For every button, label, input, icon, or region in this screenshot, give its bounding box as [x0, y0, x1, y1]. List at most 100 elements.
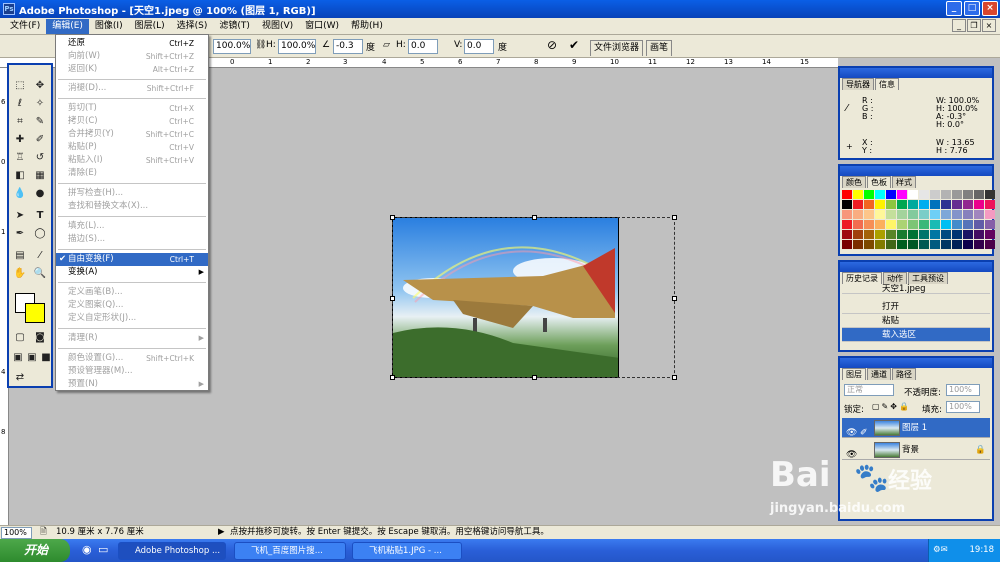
- commit-transform-icon[interactable]: ✔: [569, 38, 579, 52]
- healing-brush-tool-icon[interactable]: ✚: [13, 133, 27, 147]
- menu-item-free-transform[interactable]: ✔ 自由变换(F) Ctrl+T: [56, 253, 208, 266]
- type-tool-icon[interactable]: T: [33, 209, 47, 223]
- color-swatch[interactable]: [930, 230, 940, 239]
- lock-icons[interactable]: ▢✎✥🔒: [872, 402, 911, 411]
- tab-tool-presets[interactable]: 工具预设: [908, 272, 948, 284]
- tab-paths[interactable]: 路径: [892, 368, 916, 380]
- color-swatch[interactable]: [886, 190, 896, 199]
- crop-tool-icon[interactable]: ⌗: [13, 115, 27, 129]
- color-swatch[interactable]: [985, 220, 995, 229]
- skew-h-field[interactable]: 0.0: [408, 39, 438, 54]
- color-swatch[interactable]: [853, 240, 863, 249]
- path-select-tool-icon[interactable]: ➤: [13, 209, 27, 223]
- menu-item-fade[interactable]: 消褪(D)... Shift+Ctrl+F: [56, 82, 208, 95]
- dodge-tool-icon[interactable]: ●: [33, 187, 47, 201]
- transform-handle[interactable]: [672, 296, 677, 301]
- color-swatch[interactable]: [853, 210, 863, 219]
- marquee-tool-icon[interactable]: ⬚: [13, 79, 27, 93]
- quicklaunch-icon[interactable]: ◉: [82, 543, 92, 556]
- menu-image[interactable]: 图像(I): [89, 19, 129, 34]
- maximize-button[interactable]: □: [964, 1, 980, 16]
- color-swatch[interactable]: [985, 230, 995, 239]
- layer-row-layer1[interactable]: 👁 ✐ 图层 1: [842, 418, 990, 438]
- menu-item-find-replace[interactable]: 查找和替换文本(X)...: [56, 200, 208, 213]
- color-swatch[interactable]: [875, 220, 885, 229]
- color-swatch[interactable]: [842, 240, 852, 249]
- color-swatch[interactable]: [952, 190, 962, 199]
- menu-item-define-pattern[interactable]: 定义图案(Q)...: [56, 299, 208, 312]
- transform-handle[interactable]: [672, 215, 677, 220]
- menu-item-color-settings[interactable]: 颜色设置(G)... Shift+Ctrl+K: [56, 352, 208, 365]
- color-swatch[interactable]: [897, 230, 907, 239]
- jump-to-imageready-icon[interactable]: ⇄: [13, 371, 27, 385]
- color-swatch[interactable]: [842, 220, 852, 229]
- color-swatch[interactable]: [864, 220, 874, 229]
- menu-item-define-custom-shape[interactable]: 定义自定形状(J)...: [56, 312, 208, 325]
- color-swatch[interactable]: [941, 190, 951, 199]
- menu-item-define-brush[interactable]: 定义画笔(B)...: [56, 286, 208, 299]
- menu-item-step-forward[interactable]: 向前(W) Shift+Ctrl+Z: [56, 50, 208, 63]
- color-swatch[interactable]: [853, 230, 863, 239]
- menu-file[interactable]: 文件(F): [4, 19, 46, 34]
- tab-file-browser[interactable]: 文件浏览器: [590, 40, 644, 56]
- menu-item-paste-into[interactable]: 粘贴入(I) Shift+Ctrl+V: [56, 154, 208, 167]
- color-swatch[interactable]: [875, 210, 885, 219]
- standard-mode-icon[interactable]: ▢: [13, 331, 27, 345]
- color-swatch[interactable]: [985, 210, 995, 219]
- hand-tool-icon[interactable]: ✋: [13, 267, 27, 281]
- close-button[interactable]: ×: [982, 1, 998, 16]
- move-tool-icon[interactable]: ✥: [33, 79, 47, 93]
- color-swatch[interactable]: [985, 190, 995, 199]
- color-swatch[interactable]: [963, 220, 973, 229]
- menu-edit[interactable]: 编辑(E): [46, 18, 89, 34]
- history-brush-tool-icon[interactable]: ↺: [33, 151, 47, 165]
- color-swatch[interactable]: [974, 220, 984, 229]
- task-photoshop[interactable]: Adobe Photoshop ...: [118, 542, 226, 560]
- free-transform-box[interactable]: [390, 215, 677, 380]
- color-swatch[interactable]: [941, 230, 951, 239]
- menu-item-preset-manager[interactable]: 预设管理器(M)...: [56, 365, 208, 378]
- menu-item-step-backward[interactable]: 返回(K) Alt+Ctrl+Z: [56, 63, 208, 76]
- menu-select[interactable]: 选择(S): [171, 19, 214, 34]
- zoom-field[interactable]: 100%: [1, 527, 32, 539]
- history-snapshot[interactable]: 天空1.jpeg: [842, 284, 990, 294]
- color-swatch[interactable]: [842, 230, 852, 239]
- color-swatch[interactable]: [974, 200, 984, 209]
- color-swatch[interactable]: [952, 210, 962, 219]
- quick-mask-icon[interactable]: ◙: [33, 331, 47, 345]
- color-swatch[interactable]: [853, 200, 863, 209]
- panel-title-bar[interactable]: [840, 358, 992, 368]
- slice-tool-icon[interactable]: ✎: [33, 115, 47, 129]
- color-swatch[interactable]: [930, 210, 940, 219]
- height-scale-field[interactable]: 100.0%: [278, 39, 316, 54]
- color-swatch[interactable]: [908, 190, 918, 199]
- menu-item-stroke[interactable]: 描边(S)...: [56, 233, 208, 246]
- color-swatch[interactable]: [930, 220, 940, 229]
- opacity-field[interactable]: 100%: [946, 384, 980, 396]
- color-swatch[interactable]: [963, 230, 973, 239]
- swatch-grid[interactable]: [842, 190, 995, 249]
- color-swatch[interactable]: [952, 220, 962, 229]
- eyedropper-tool-icon[interactable]: ⁄: [33, 249, 47, 263]
- doc-minimize-button[interactable]: _: [952, 19, 966, 32]
- color-swatch[interactable]: [853, 220, 863, 229]
- transform-handle[interactable]: [390, 296, 395, 301]
- menu-view[interactable]: 视图(V): [256, 19, 299, 34]
- color-swatch[interactable]: [842, 200, 852, 209]
- screen-mode-standard-icon[interactable]: ▣: [11, 351, 25, 365]
- menu-item-transform[interactable]: 变换(A) ▶: [56, 266, 208, 279]
- doc-info-icon[interactable]: 🗎: [40, 526, 47, 539]
- color-swatch[interactable]: [875, 190, 885, 199]
- color-swatch[interactable]: [864, 200, 874, 209]
- color-swatch[interactable]: [897, 210, 907, 219]
- tab-info[interactable]: 信息: [875, 78, 899, 90]
- show-desktop-icon[interactable]: ▭: [98, 543, 108, 556]
- minimize-button[interactable]: _: [946, 1, 962, 16]
- color-swatch[interactable]: [886, 200, 896, 209]
- skew-v-field[interactable]: 0.0: [464, 39, 494, 54]
- eraser-tool-icon[interactable]: ◧: [13, 169, 27, 183]
- stamp-tool-icon[interactable]: ♖: [13, 151, 27, 165]
- tab-history[interactable]: 历史记录: [842, 272, 882, 284]
- transform-handle[interactable]: [390, 375, 395, 380]
- history-row-load-selection[interactable]: 载入选区: [842, 328, 990, 342]
